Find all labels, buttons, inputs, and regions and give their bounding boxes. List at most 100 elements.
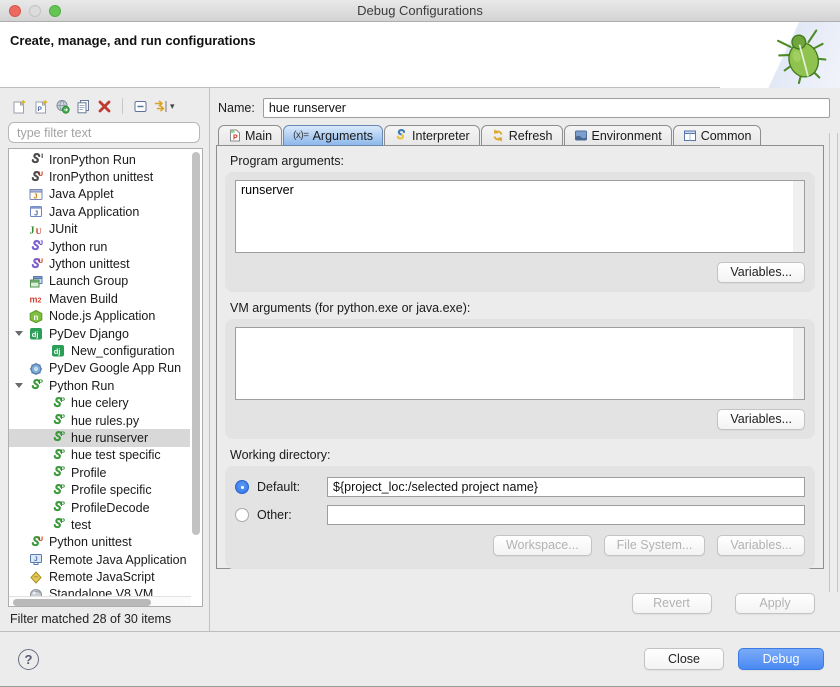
tree-item-label: Launch Group bbox=[49, 274, 128, 288]
default-directory-input[interactable] bbox=[327, 477, 805, 497]
tree-item-junit[interactable]: JUJUnit bbox=[9, 221, 190, 238]
collapse-all-button[interactable] bbox=[132, 96, 149, 116]
file-system-button[interactable]: File System... bbox=[604, 535, 706, 556]
tab-arguments[interactable]: (x)=Arguments bbox=[283, 125, 383, 146]
svg-text:J: J bbox=[34, 193, 38, 200]
python-run-icon: P bbox=[51, 414, 68, 427]
tree-vertical-scrollbar[interactable] bbox=[191, 150, 201, 595]
nodejs-application-icon: n bbox=[29, 310, 46, 323]
tab-label: Interpreter bbox=[412, 129, 470, 143]
name-input[interactable] bbox=[263, 98, 830, 118]
tree-item-profile-specific[interactable]: PProfile specific bbox=[9, 481, 190, 498]
jython-unittest-icon: U bbox=[29, 258, 46, 271]
default-radio[interactable] bbox=[235, 480, 249, 494]
other-radio[interactable] bbox=[235, 508, 249, 522]
main-tab-icon: P bbox=[228, 129, 241, 142]
expand-arrow-icon[interactable] bbox=[15, 383, 23, 388]
tree-item-python-unittest[interactable]: UPython unittest bbox=[9, 534, 190, 551]
dialog-header: Create, manage, and run configurations bbox=[0, 22, 840, 88]
svg-text:P: P bbox=[61, 484, 65, 491]
java-applet-icon: J bbox=[29, 188, 46, 201]
vm-arguments-group: Variables... bbox=[225, 319, 815, 439]
revert-button[interactable]: Revert bbox=[632, 593, 712, 614]
tree-item-hue-test-specific[interactable]: Phue test specific bbox=[9, 447, 190, 464]
panel-scrollbar-track[interactable] bbox=[829, 133, 838, 592]
tab-environment[interactable]: Environment bbox=[564, 125, 672, 146]
other-directory-input[interactable] bbox=[327, 505, 805, 525]
tree-item-label: Java Applet bbox=[49, 187, 114, 201]
tree-item-remote-java-application[interactable]: JRemote Java Application bbox=[9, 551, 190, 568]
new-launch-prototype-button[interactable]: P bbox=[32, 96, 50, 116]
tree-item-test[interactable]: Ptest bbox=[9, 516, 190, 533]
tree-item-label: PyDev Django bbox=[49, 327, 129, 341]
expand-arrow-icon[interactable] bbox=[15, 331, 23, 336]
debug-button[interactable]: Debug bbox=[738, 648, 824, 670]
python-run-icon: P bbox=[51, 449, 68, 462]
tree-rows: IIronPython RunUIronPython unittestJJava… bbox=[9, 151, 190, 603]
filter-launch-configurations-button[interactable]: ▾ bbox=[153, 96, 176, 116]
toolbar-separator bbox=[122, 98, 123, 114]
close-button[interactable]: Close bbox=[644, 648, 724, 670]
export-launch-configurations-button[interactable] bbox=[54, 96, 71, 116]
tree-item-hue-runserver[interactable]: Phue runserver bbox=[9, 429, 190, 446]
python-run-icon: P bbox=[51, 518, 68, 531]
delete-launch-configuration-button[interactable] bbox=[96, 96, 113, 116]
workdir-buttons: Workspace... File System... Variables... bbox=[235, 535, 805, 556]
tree-item-java-application[interactable]: JJava Application bbox=[9, 203, 190, 220]
svg-text:J: J bbox=[39, 240, 43, 247]
java-application-icon: J bbox=[29, 205, 46, 218]
tree-item-hue-rules-py[interactable]: Phue rules.py bbox=[9, 412, 190, 429]
arguments-tab-content: Program arguments: runserver Variables..… bbox=[216, 145, 824, 569]
tree-item-label: Jython unittest bbox=[49, 257, 130, 271]
tree-item-python-run[interactable]: PPython Run bbox=[9, 377, 190, 394]
tree-item-jython-run[interactable]: JJython run bbox=[9, 238, 190, 255]
new-launch-configuration-button[interactable] bbox=[10, 96, 28, 116]
tab-refresh[interactable]: Refresh bbox=[481, 125, 563, 146]
tree-item-profile[interactable]: PProfile bbox=[9, 464, 190, 481]
tree-item-pydev-google-app-run[interactable]: PyDev Google App Run bbox=[9, 360, 190, 377]
common-tab-icon bbox=[683, 129, 697, 142]
help-button[interactable]: ? bbox=[18, 649, 39, 670]
tree-item-remote-javascript[interactable]: Remote JavaScript bbox=[9, 568, 190, 585]
variables-button[interactable]: Variables... bbox=[717, 535, 805, 556]
tree-item-ironpython-run[interactable]: IIronPython Run bbox=[9, 151, 190, 168]
tree-item-node-js-application[interactable]: nNode.js Application bbox=[9, 308, 190, 325]
vm-arguments-variables-button[interactable]: Variables... bbox=[717, 409, 805, 430]
svg-text:2: 2 bbox=[38, 298, 42, 305]
jython-run-icon: J bbox=[29, 240, 46, 253]
tab-label: Common bbox=[701, 129, 752, 143]
tree-item-hue-celery[interactable]: Phue celery bbox=[9, 394, 190, 411]
export-icon bbox=[55, 99, 70, 114]
svg-text:J: J bbox=[30, 225, 35, 236]
pydev-django-icon: dj bbox=[51, 344, 68, 357]
python-run-icon: P bbox=[51, 466, 68, 479]
svg-text:P: P bbox=[61, 466, 65, 473]
tree-item-launch-group[interactable]: Launch Group bbox=[9, 273, 190, 290]
tree-item-java-applet[interactable]: J Java Applet bbox=[9, 186, 190, 203]
tree-horizontal-scrollbar[interactable] bbox=[9, 596, 191, 606]
vm-arguments-textarea[interactable] bbox=[235, 327, 805, 400]
python-run-icon: P bbox=[51, 484, 68, 497]
tree-item-pydev-django[interactable]: djPyDev Django bbox=[9, 325, 190, 342]
tree-item-maven-build[interactable]: m2Maven Build bbox=[9, 290, 190, 307]
tree-item-jython-unittest[interactable]: U Jython unittest bbox=[9, 255, 190, 272]
tab-label: Environment bbox=[592, 129, 662, 143]
program-arguments-textarea[interactable]: runserver bbox=[235, 180, 805, 253]
tab-interpreter[interactable]: Interpreter bbox=[384, 125, 480, 146]
apply-button[interactable]: Apply bbox=[735, 593, 815, 614]
program-arguments-label: Program arguments: bbox=[230, 154, 815, 168]
tab-main[interactable]: PMain bbox=[218, 125, 282, 146]
tree-item-profiledecode[interactable]: PProfileDecode bbox=[9, 499, 190, 516]
scrollbar-thumb[interactable] bbox=[13, 599, 151, 606]
tree-item-ironpython-unittest[interactable]: UIronPython unittest bbox=[9, 168, 190, 185]
name-label: Name: bbox=[218, 101, 255, 115]
workspace-button[interactable]: Workspace... bbox=[493, 535, 592, 556]
filter-input[interactable] bbox=[8, 122, 200, 143]
tree-item-new-configuration[interactable]: djNew_configuration bbox=[9, 342, 190, 359]
tab-common[interactable]: Common bbox=[673, 125, 762, 146]
duplicate-launch-configuration-button[interactable] bbox=[75, 96, 92, 116]
program-arguments-variables-button[interactable]: Variables... bbox=[717, 262, 805, 283]
svg-text:U: U bbox=[38, 258, 43, 265]
tree-item-label: Python Run bbox=[49, 379, 114, 393]
scrollbar-thumb[interactable] bbox=[192, 152, 200, 535]
